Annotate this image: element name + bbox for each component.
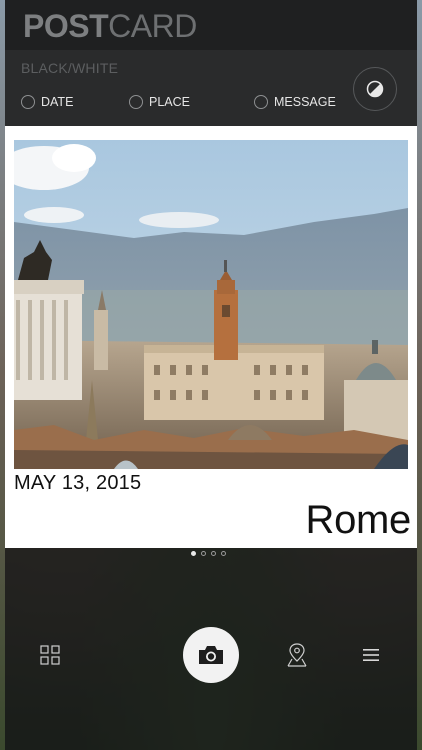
place-option[interactable]: PLACE [129, 93, 190, 111]
grid-icon [40, 645, 60, 665]
options-panel: POSTCARD BLACK/WHITE DATE PLACE MESSAGE [5, 0, 417, 126]
postcard-place: Rome [305, 498, 412, 542]
date-option-label: DATE [41, 95, 74, 109]
page-dot-4[interactable] [221, 551, 226, 556]
location-pin-icon [287, 643, 307, 667]
camera-icon [199, 646, 223, 664]
page-indicator [191, 551, 226, 556]
app-title-bold: POST [23, 8, 109, 44]
contrast-icon [366, 80, 384, 98]
black-white-toggle-button[interactable] [353, 67, 397, 111]
background-edge-right [417, 0, 422, 750]
date-option[interactable]: DATE [21, 93, 73, 111]
gallery-button[interactable] [38, 644, 62, 666]
message-option-label: MESSAGE [274, 95, 336, 109]
page-dot-2[interactable] [201, 551, 206, 556]
page-dot-3[interactable] [211, 551, 216, 556]
page-dot-1[interactable] [191, 551, 196, 556]
postcard: MAY 13, 2015 Rome [5, 126, 417, 548]
message-radio[interactable] [254, 95, 268, 109]
postcard-photo[interactable] [14, 140, 408, 469]
postcard-date: MAY 13, 2015 [14, 472, 142, 494]
place-option-label: PLACE [149, 95, 190, 109]
app-title: POSTCARD [23, 8, 197, 44]
menu-icon [363, 649, 379, 661]
black-white-label[interactable]: BLACK/WHITE [21, 60, 118, 76]
title-bar: POSTCARD [5, 0, 417, 50]
menu-button[interactable] [360, 645, 382, 665]
place-radio[interactable] [129, 95, 143, 109]
location-button[interactable] [285, 641, 309, 669]
date-radio[interactable] [21, 95, 35, 109]
message-option[interactable]: MESSAGE [254, 93, 336, 111]
rome-cityscape-image [14, 140, 408, 469]
app-title-thin: CARD [108, 8, 197, 44]
camera-button[interactable] [183, 627, 239, 683]
